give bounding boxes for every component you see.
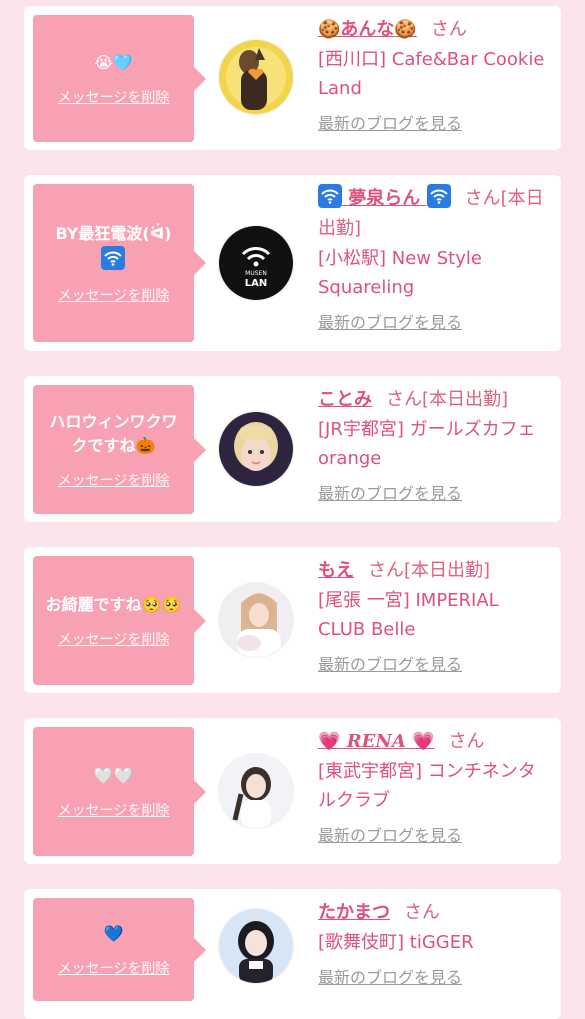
message-bubble: BY最狂電波(ᐛ) メッセージを削除 [33, 184, 206, 342]
san-label: さん [386, 389, 422, 410]
message-card: お綺麗ですね🥺🥺 メッセージを削除 もえ さん[本日出勤] [尾張 一宮] IMP… [24, 547, 561, 693]
cast-name-link[interactable]: もえ [318, 560, 354, 581]
cast-info: ことみ さん[本日出勤] [JR宇都宮] ガールズカフェ orange 最新のブロ… [318, 385, 551, 505]
san-label: さん [448, 731, 485, 752]
message-bubble: 💙 メッセージを削除 [33, 898, 206, 1001]
view-blog-link[interactable]: 最新のブログを見る [318, 113, 551, 135]
delete-message-link[interactable]: メッセージを削除 [58, 958, 170, 978]
message-bubble: 🤍🤍 メッセージを削除 [33, 727, 206, 856]
shop-link[interactable]: [東武宇都宮] コンチネンタルクラブ [318, 757, 551, 815]
avatar[interactable] [219, 909, 293, 983]
avatar[interactable] [219, 583, 293, 657]
delete-message-link[interactable]: メッセージを削除 [58, 629, 170, 649]
cast-info: たかまつ さん [歌舞伎町] tiGGER 最新のブログを見る [318, 898, 551, 989]
shop-link[interactable]: [JR宇都宮] ガールズカフェ orange [318, 415, 551, 473]
shop-link[interactable]: [尾張 一宮] IMPERIAL CLUB Belle [318, 586, 551, 644]
delete-message-link[interactable]: メッセージを削除 [58, 285, 170, 305]
message-text: ハロウィンワクワクですね🎃 [49, 411, 178, 455]
wifi-icon [318, 184, 342, 208]
avatar[interactable] [219, 412, 293, 486]
cookie-icon: 🍪 [394, 19, 417, 40]
message-card: BY最狂電波(ᐛ) メッセージを削除 MUSEN LAN 夢泉らん さん[本日出… [24, 175, 561, 351]
wifi-icon [426, 184, 451, 208]
avatar[interactable] [219, 754, 293, 828]
cast-name[interactable]: 夢泉らん [348, 188, 420, 209]
view-blog-link[interactable]: 最新のブログを見る [318, 312, 551, 334]
shop-link[interactable]: [西川口] Cafe&Bar Cookie Land [318, 45, 551, 103]
message-bubble: ハロウィンワクワクですね🎃 メッセージを削除 [33, 385, 206, 514]
shop-link[interactable]: [小松駅] New Style Squareling [318, 244, 551, 302]
cast-name[interactable]: RENA [347, 731, 406, 752]
status-badge: [本日出勤] [422, 389, 509, 410]
delete-message-link[interactable]: メッセージを削除 [58, 470, 170, 490]
view-blog-link[interactable]: 最新のブログを見る [318, 967, 551, 989]
message-card: 🤍🤍 メッセージを削除 💗 RENA 💗 さん [東武宇都宮] コンチネンタルクラ… [24, 718, 561, 864]
message-text: 🤍🤍 [93, 765, 134, 785]
status-badge: [本日出勤] [404, 560, 491, 581]
cast-name-link[interactable]: 🍪あんな🍪 [318, 19, 417, 40]
message-card: ハロウィンワクワクですね🎃 メッセージを削除 ことみ さん[本日出勤] [JR宇都… [24, 376, 561, 522]
view-blog-link[interactable]: 最新のブログを見る [318, 825, 551, 847]
shop-link[interactable]: [歌舞伎町] tiGGER [318, 928, 551, 957]
delete-message-label[interactable]: メッセージを削除 [58, 90, 170, 106]
view-blog-link[interactable]: 最新のブログを見る [318, 483, 551, 505]
message-text: BY最狂電波(ᐛ) [45, 222, 181, 273]
cast-info: 💗 RENA 💗 さん [東武宇都宮] コンチネンタルクラブ 最新のブログを見る [318, 727, 551, 847]
cast-info: 🍪あんな🍪 さん [西川口] Cafe&Bar Cookie Land 最新のブロ… [318, 15, 551, 135]
cast-name-link[interactable]: 夢泉らん [318, 184, 451, 209]
cast-info: 夢泉らん さん[本日出勤] [小松駅] New Style Squareling… [318, 184, 551, 334]
avatar-text: MUSEN [245, 270, 267, 277]
message-bubble: お綺麗ですね🥺🥺 メッセージを削除 [33, 556, 206, 685]
san-label: さん [368, 560, 404, 581]
san-label: さん [430, 19, 467, 40]
cast-name-link[interactable]: 💗 RENA 💗 [318, 731, 435, 752]
san-label: さん [464, 188, 501, 209]
avatar[interactable] [219, 40, 293, 114]
avatar[interactable]: MUSEN LAN [219, 226, 293, 300]
heart-icon: 💗 [318, 731, 341, 752]
cast-name[interactable]: あんな [340, 19, 394, 40]
message-card: 😭🩵 メッセージを削除 🍪あんな🍪 さん [西川口] Cafe&Bar Cooki… [24, 6, 561, 150]
cast-name-link[interactable]: たかまつ [318, 902, 390, 923]
view-blog-link[interactable]: 最新のブログを見る [318, 654, 551, 676]
heart-icon: 💗 [412, 731, 435, 752]
message-text: 😭🩵 [94, 52, 133, 72]
message-bubble: 😭🩵 メッセージを削除 [33, 15, 206, 142]
avatar-text: LAN [245, 278, 267, 289]
delete-message-link[interactable]: メッセージを削除 [58, 87, 170, 107]
message-text: お綺麗ですね🥺🥺 [45, 594, 182, 614]
san-label: さん [404, 902, 440, 923]
cast-name-link[interactable]: ことみ [318, 389, 372, 410]
cast-info: もえ さん[本日出勤] [尾張 一宮] IMPERIAL CLUB Belle 最… [318, 556, 551, 676]
cookie-icon: 🍪 [318, 19, 341, 40]
wifi-icon [101, 245, 126, 270]
message-text-line: BY最狂電波(ᐛ) [55, 223, 172, 243]
message-text: 💙 [103, 923, 124, 943]
delete-message-link[interactable]: メッセージを削除 [58, 800, 170, 820]
